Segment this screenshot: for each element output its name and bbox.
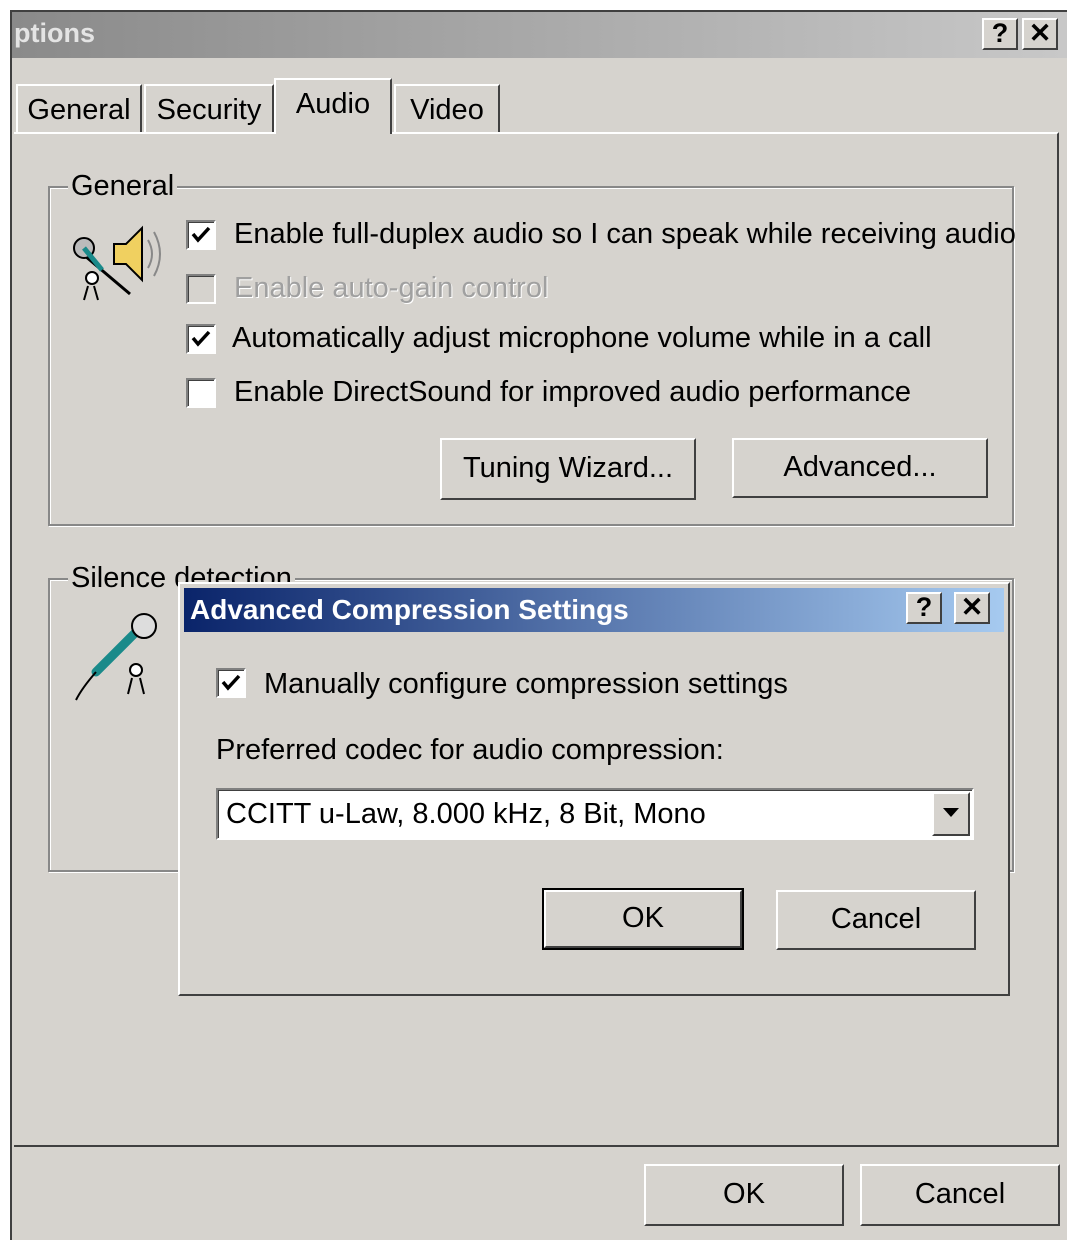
checkmark-icon bbox=[191, 330, 211, 347]
auto-mic-volume-label: Automatically adjust microphone volume w… bbox=[232, 322, 932, 354]
directsound-checkbox[interactable] bbox=[186, 378, 216, 408]
screen: ptions ? ✕ General Security Audio Video … bbox=[0, 0, 1067, 1240]
codec-select[interactable]: CCITT u-Law, 8.000 kHz, 8 Bit, Mono bbox=[216, 788, 974, 840]
auto-gain-checkbox[interactable] bbox=[186, 274, 216, 304]
speaker-microphone-icon bbox=[73, 225, 161, 301]
tab-video-label: Video bbox=[410, 94, 484, 126]
tab-security[interactable]: Security bbox=[144, 84, 274, 132]
options-titlebar[interactable]: ptions ? ✕ bbox=[12, 12, 1067, 58]
full-duplex-label: Enable full-duplex audio so I can speak … bbox=[234, 218, 1016, 250]
help-icon: ? bbox=[991, 18, 1009, 48]
close-icon: ✕ bbox=[960, 592, 984, 622]
general-group-label: General bbox=[68, 170, 178, 203]
help-icon: ? bbox=[915, 592, 933, 622]
tab-audio[interactable]: Audio bbox=[274, 78, 392, 134]
close-button[interactable]: ✕ bbox=[1022, 18, 1058, 50]
help-button[interactable]: ? bbox=[982, 18, 1018, 50]
tab-video[interactable]: Video bbox=[394, 84, 500, 132]
ok-button[interactable]: OK bbox=[644, 1164, 844, 1226]
dialog-titlebar[interactable]: Advanced Compression Settings ? ✕ bbox=[184, 588, 1004, 632]
tuning-wizard-button[interactable]: Tuning Wizard... bbox=[440, 438, 696, 500]
cancel-button[interactable]: Cancel bbox=[860, 1164, 1060, 1226]
auto-mic-volume-checkbox[interactable] bbox=[186, 324, 216, 354]
advanced-label: Advanced... bbox=[783, 451, 937, 483]
cancel-label: Cancel bbox=[914, 1178, 1006, 1210]
manual-config-label: Manually configure compression settings bbox=[264, 668, 788, 700]
dialog-title: Advanced Compression Settings bbox=[190, 594, 629, 625]
advanced-button[interactable]: Advanced... bbox=[732, 438, 988, 498]
codec-value: CCITT u-Law, 8.000 kHz, 8 Bit, Mono bbox=[226, 798, 706, 830]
ok-label: OK bbox=[723, 1178, 765, 1210]
full-duplex-checkbox[interactable] bbox=[186, 220, 216, 250]
dialog-ok-label: OK bbox=[622, 902, 664, 934]
close-icon: ✕ bbox=[1028, 18, 1052, 48]
dialog-cancel-label: Cancel bbox=[830, 903, 922, 935]
codec-dropdown-button[interactable] bbox=[932, 792, 970, 836]
advanced-compression-dialog: Advanced Compression Settings ? ✕ Manual… bbox=[178, 582, 1010, 996]
tab-general[interactable]: General bbox=[16, 84, 142, 132]
dialog-help-button[interactable]: ? bbox=[906, 592, 942, 624]
window-title: ptions bbox=[14, 18, 95, 48]
microphone-icon bbox=[75, 613, 157, 701]
tuning-wizard-label: Tuning Wizard... bbox=[462, 452, 674, 484]
chevron-down-icon bbox=[943, 808, 959, 817]
checkmark-icon bbox=[221, 674, 241, 691]
tab-audio-label: Audio bbox=[295, 88, 371, 120]
manual-config-checkbox[interactable] bbox=[216, 668, 246, 698]
dialog-ok-button[interactable]: OK bbox=[542, 888, 744, 950]
codec-label: Preferred codec for audio compression: bbox=[216, 734, 724, 766]
directsound-label: Enable DirectSound for improved audio pe… bbox=[234, 376, 912, 408]
tab-security-label: Security bbox=[156, 94, 262, 126]
tab-general-label: General bbox=[27, 94, 131, 126]
checkmark-icon bbox=[191, 226, 211, 243]
dialog-cancel-button[interactable]: Cancel bbox=[776, 890, 976, 950]
dialog-close-button[interactable]: ✕ bbox=[954, 592, 990, 624]
auto-gain-label: Enable auto-gain control bbox=[234, 272, 549, 304]
